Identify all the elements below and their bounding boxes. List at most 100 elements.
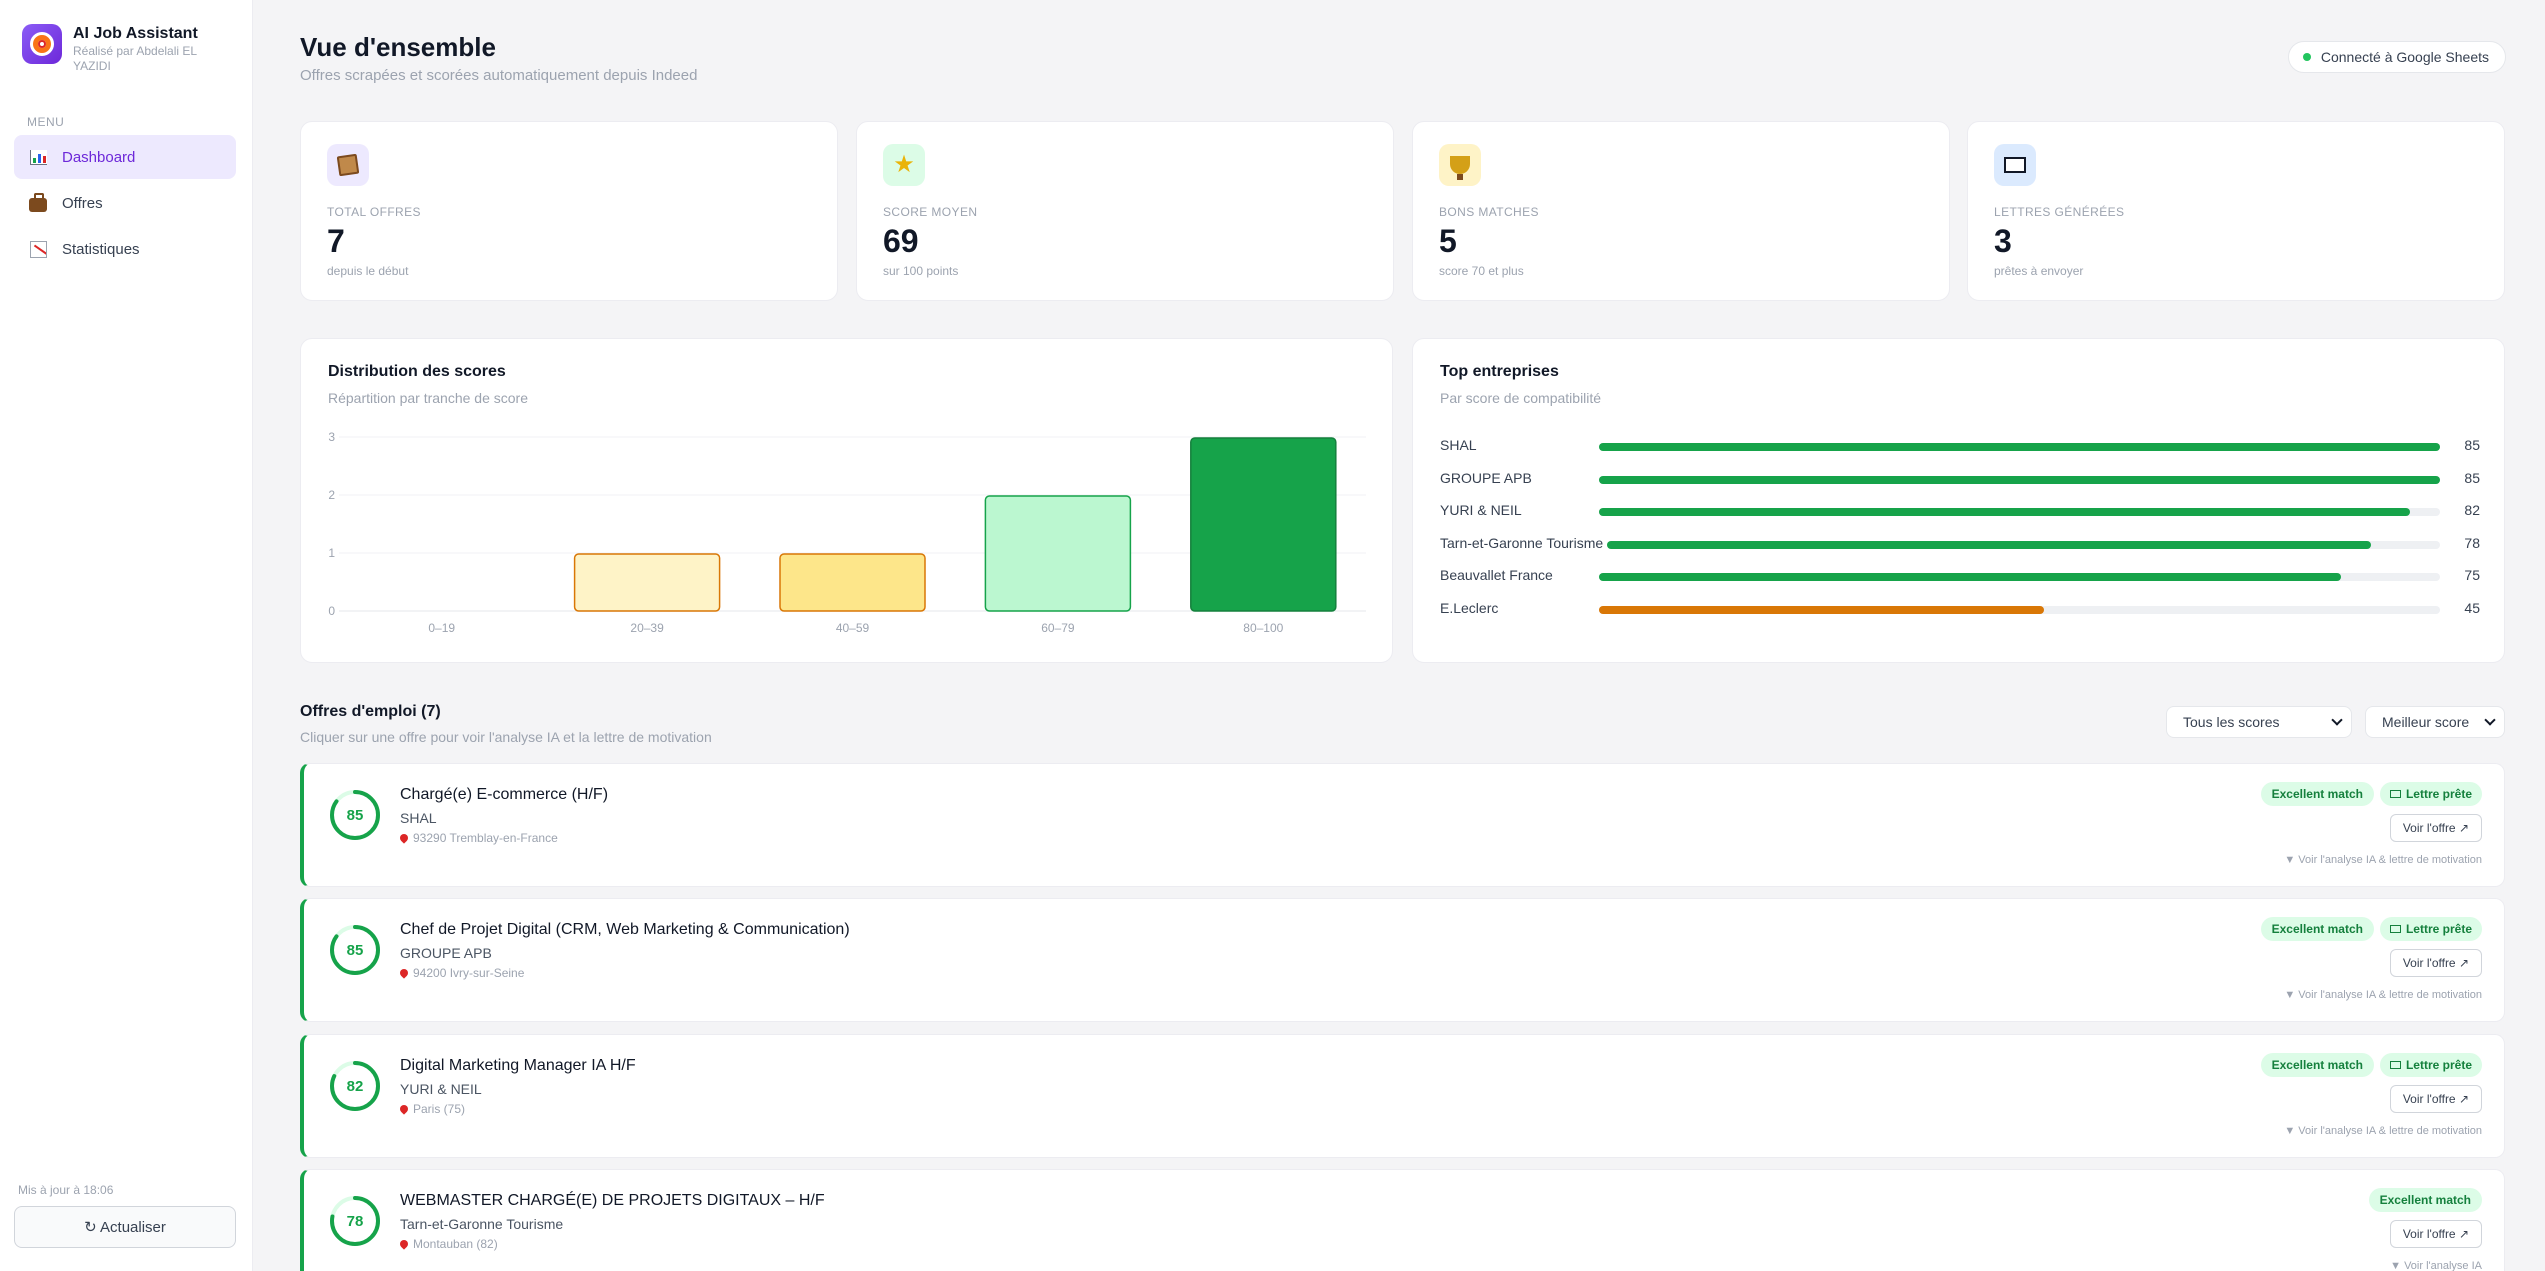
score-track — [1607, 541, 2440, 549]
offer-title[interactable]: Chef de Projet Digital (CRM, Web Marketi… — [400, 921, 850, 939]
score-fill — [1599, 443, 2440, 451]
stat-label: SCORE MOYEN — [883, 205, 978, 219]
sidebar-item-label: Statistiques — [62, 240, 140, 258]
status-dot-icon — [2302, 53, 2311, 61]
stat-value: 7 — [327, 223, 345, 259]
view-offer-button[interactable]: Voir l'offre ↗ — [2389, 814, 2482, 842]
letter-badge-label: Lettre prête — [2405, 787, 2472, 801]
company-score: 85 — [2464, 437, 2480, 453]
match-badge: Excellent match — [2260, 917, 2374, 941]
view-offer-button[interactable]: Voir l'offre ↗ — [2389, 1220, 2482, 1248]
offer-title[interactable]: Digital Marketing Manager IA H/F — [400, 1057, 636, 1075]
view-offer-button[interactable]: Voir l'offre ↗ — [2389, 949, 2482, 977]
company-name: Tarn-et-Garonne Tourisme — [1440, 535, 1604, 551]
company-score: 45 — [2464, 600, 2480, 616]
offer-title[interactable]: WEBMASTER CHARGÉ(E) DE PROJETS DIGITAUX … — [400, 1192, 825, 1210]
offer-location: 93290 Tremblay-en-France — [398, 831, 558, 845]
company-row: Beauvallet France 75 — [1440, 567, 2480, 587]
bar-60–79 — [984, 495, 1132, 612]
offer-badges: Excellent match Lettre prête — [2260, 1053, 2482, 1077]
offer-title[interactable]: Chargé(e) E-commerce (H/F) — [400, 786, 608, 804]
pin-icon — [398, 832, 410, 844]
stat-value: 3 — [1994, 223, 2012, 259]
offer-card[interactable]: 78 WEBMASTER CHARGÉ(E) DE PROJETS DIGITAU… — [300, 1169, 2505, 1271]
sidebar-item-label: Dashboard — [62, 148, 136, 166]
trophy-icon — [1439, 144, 1481, 186]
connection-badge: Connecté à Google Sheets — [2287, 41, 2506, 73]
offer-badges: Excellent match — [2368, 1188, 2482, 1212]
bar-20–39 — [573, 553, 721, 612]
offer-card[interactable]: 85 Chargé(e) E-commerce (H/F) SHAL 93290 Tr… — [300, 763, 2505, 887]
letter-badge-label: Lettre prête — [2405, 1058, 2472, 1072]
company-score: 85 — [2464, 470, 2480, 486]
stat-label: TOTAL OFFRES — [327, 205, 421, 219]
location-text: 93290 Tremblay-en-France — [413, 831, 558, 845]
score-distribution-card: Distribution des scores Répartition par … — [300, 338, 1393, 663]
offer-location: Paris (75) — [398, 1102, 465, 1116]
target-logo-icon — [22, 24, 62, 64]
company-row: E.Leclerc 45 — [1440, 600, 2480, 620]
stat-value: 5 — [1439, 223, 1457, 259]
offer-badges: Excellent match Lettre prête — [2260, 782, 2482, 806]
score-fill — [1599, 476, 2440, 484]
frame-icon — [1994, 144, 2036, 186]
score-fill — [1599, 508, 2410, 516]
pin-icon — [398, 1238, 410, 1250]
company-row: SHAL 85 — [1440, 437, 2480, 457]
view-analysis-toggle[interactable]: ▼ Voir l'analyse IA & lettre de motivati… — [2284, 1125, 2482, 1137]
sidebar-item-dashboard[interactable]: Dashboard — [14, 135, 236, 179]
stat-card-lettres: LETTRES GÉNÉRÉES 3 prêtes à envoyer — [1967, 121, 2505, 301]
stat-note: sur 100 points — [883, 264, 959, 278]
stat-note: prêtes à envoyer — [1994, 264, 2084, 278]
letter-badge-label: Lettre prête — [2405, 922, 2472, 936]
trend-icon — [28, 239, 48, 259]
company-score: 78 — [2464, 535, 2480, 551]
stat-note: score 70 et plus — [1439, 264, 1524, 278]
offer-company: GROUPE APB — [400, 945, 492, 961]
pin-icon — [398, 1103, 410, 1115]
match-badge: Excellent match — [2260, 782, 2374, 806]
x-tick-label: 80–100 — [1243, 621, 1283, 635]
offer-badges: Excellent match Lettre prête — [2260, 917, 2482, 941]
company-row: GROUPE APB 85 — [1440, 470, 2480, 490]
offer-card[interactable]: 82 Digital Marketing Manager IA H/F YURI &… — [300, 1034, 2505, 1158]
mail-icon — [2389, 925, 2401, 933]
menu-label: MENU — [27, 115, 65, 129]
offer-location: Montauban (82) — [398, 1237, 498, 1251]
chart-icon — [28, 147, 48, 167]
sidebar: AI Job Assistant Réalisé par Abdelali EL… — [0, 0, 253, 1271]
offer-company: YURI & NEIL — [400, 1081, 482, 1097]
offer-card[interactable]: 85 Chef de Projet Digital (CRM, Web Marke… — [300, 898, 2505, 1022]
letter-badge: Lettre prête — [2379, 917, 2482, 941]
page-subtitle: Offres scrapées et scorées automatiqueme… — [300, 67, 698, 84]
view-analysis-toggle[interactable]: ▼ Voir l'analyse IA & lettre de motivati… — [2284, 854, 2482, 866]
offers-title: Offres d'emploi (7) — [300, 703, 441, 720]
y-tick-label: 0 — [328, 604, 335, 618]
sort-select[interactable]: Meilleur score — [2365, 706, 2505, 738]
company-score: 75 — [2464, 567, 2480, 583]
location-text: 94200 Ivry-sur-Seine — [413, 966, 525, 980]
stat-card-bons-matches: BONS MATCHES 5 score 70 et plus — [1412, 121, 1950, 301]
score-track — [1599, 573, 2440, 581]
pin-icon — [398, 967, 410, 979]
connection-label: Connecté à Google Sheets — [2320, 49, 2489, 65]
score-fill — [1599, 606, 2045, 614]
sidebar-item-statistiques[interactable]: Statistiques — [14, 227, 236, 271]
top-companies-subtitle: Par score de compatibilité — [1440, 390, 1602, 406]
view-analysis-toggle[interactable]: ▼ Voir l'analyse IA & lettre de motivati… — [2284, 989, 2482, 1001]
company-score: 82 — [2464, 502, 2480, 518]
score-fill — [1607, 541, 2372, 549]
view-offer-button[interactable]: Voir l'offre ↗ — [2389, 1085, 2482, 1113]
score-track — [1599, 508, 2440, 516]
view-analysis-toggle[interactable]: ▼ Voir l'analyse IA — [2390, 1260, 2482, 1271]
x-tick-label: 60–79 — [1041, 621, 1075, 635]
sidebar-item-label: Offres — [62, 194, 103, 212]
sidebar-item-offres[interactable]: Offres — [14, 181, 236, 225]
offer-company: Tarn-et-Garonne Tourisme — [400, 1216, 564, 1232]
score-distribution-chart: 0 1 2 3 0–19 20–39 40–59 60–79 80–100 — [328, 430, 1366, 635]
x-tick-label: 40–59 — [836, 621, 870, 635]
location-text: Montauban (82) — [413, 1237, 498, 1251]
score-filter-select[interactable]: Tous les scores — [2166, 706, 2352, 738]
score-filter-value: Tous les scores — [2183, 714, 2280, 730]
refresh-button[interactable]: ↻ Actualiser — [14, 1206, 236, 1248]
